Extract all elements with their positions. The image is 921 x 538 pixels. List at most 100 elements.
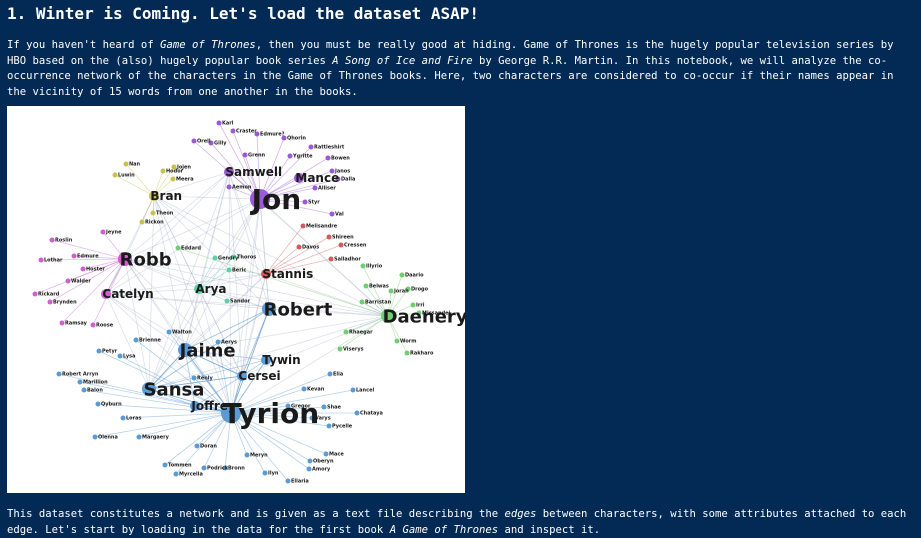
- graph-node: [49, 237, 55, 243]
- node-label: Luwin: [118, 173, 135, 179]
- graph-edge: [228, 171, 232, 414]
- graph-node: [329, 211, 335, 217]
- node-label: Missandei: [422, 311, 451, 317]
- graph-node: [363, 283, 369, 289]
- graph-edge: [164, 412, 232, 466]
- graph-node: [262, 470, 268, 476]
- graph-node: [326, 234, 332, 240]
- graph-node: [308, 144, 314, 150]
- graph-node: [242, 152, 248, 158]
- graph-node: [328, 256, 334, 262]
- node-label: Davos: [302, 245, 319, 251]
- node-label: Oberyn: [313, 459, 334, 465]
- graph-node: [226, 267, 232, 273]
- graph-node: [226, 184, 232, 190]
- node-label: Gregor: [291, 404, 311, 410]
- node-label: Shireen: [332, 235, 354, 241]
- node-label: Samwell: [225, 165, 282, 179]
- graph-node: [166, 329, 172, 335]
- node-label: Kevan: [307, 387, 325, 393]
- graph-node: [296, 244, 302, 250]
- node-label: Barristan: [365, 300, 392, 306]
- graph-node: [81, 387, 87, 393]
- node-label: Salladhor: [334, 257, 361, 263]
- graph-node: [65, 278, 71, 284]
- node-label: Meryn: [250, 453, 268, 459]
- graph-node: [139, 219, 145, 225]
- node-label: Balon: [87, 388, 103, 394]
- node-label: Robert Arryn: [62, 372, 99, 378]
- graph-node: [80, 266, 86, 272]
- graph-node: [92, 434, 98, 440]
- graph-node: [173, 471, 179, 477]
- node-label: Arya: [195, 282, 226, 296]
- node-label: Rhaegar: [349, 330, 373, 336]
- graph-node: [325, 155, 331, 161]
- graph-node: [150, 210, 156, 216]
- graph-node: [388, 288, 394, 294]
- node-label: Gilly: [214, 141, 227, 147]
- graph-node: [191, 138, 197, 144]
- graph-node: [162, 462, 168, 468]
- node-label: Rattleshirt: [314, 145, 345, 151]
- graph-node: [306, 466, 312, 472]
- graph-node: [117, 353, 123, 359]
- node-label: Craster: [236, 129, 257, 135]
- node-label: Tyrion: [223, 397, 320, 430]
- node-label: Mance: [295, 171, 339, 185]
- node-label: Rickon: [145, 220, 164, 226]
- node-label: Dalla: [341, 177, 355, 183]
- node-label: Walton: [172, 330, 192, 336]
- node-label: Walder: [71, 279, 91, 285]
- node-label: Lysa: [123, 354, 135, 360]
- node-label: Lancel: [356, 388, 374, 394]
- node-label: Catelyn: [102, 287, 153, 301]
- node-label: Viserys: [343, 347, 364, 353]
- node-label: Daario: [405, 273, 424, 279]
- node-label: Eddard: [181, 246, 201, 252]
- node-label: Meera: [176, 177, 194, 183]
- node-label: Petyr: [102, 349, 118, 355]
- graph-node: [71, 253, 77, 259]
- node-label: Bronn: [228, 466, 245, 472]
- node-label: Melisandre: [306, 224, 338, 230]
- node-label: Thoros: [237, 255, 256, 261]
- graph-node: [394, 338, 400, 344]
- node-label: Pycelle: [332, 424, 353, 430]
- graph-node: [224, 298, 230, 304]
- node-label: Cersei: [238, 369, 280, 383]
- node-label: Robert: [264, 299, 333, 320]
- node-label: Belwas: [369, 284, 389, 290]
- graph-node: [230, 128, 236, 134]
- graph-edge: [94, 412, 232, 438]
- node-label: Margaery: [142, 435, 170, 441]
- node-label: Tommen: [168, 463, 192, 469]
- node-label: Amory: [312, 467, 331, 473]
- graph-node: [354, 410, 360, 416]
- graph-node: [201, 465, 207, 471]
- graph-node: [123, 161, 129, 167]
- node-label: Olenna: [98, 435, 118, 441]
- graph-node: [59, 320, 65, 326]
- graph-node: [404, 350, 410, 356]
- node-label: Podrick: [207, 466, 229, 472]
- page-title: 1. Winter is Coming. Let's load the data…: [7, 4, 480, 23]
- outro-paragraph: This dataset constitutes a network and i…: [7, 508, 907, 536]
- node-label: Sandor: [230, 299, 251, 305]
- node-label: Beric: [232, 268, 246, 274]
- graph-node: [170, 176, 176, 182]
- node-label: Ellaria: [291, 479, 309, 485]
- node-label: Rickard: [38, 292, 60, 298]
- graph-node: [321, 404, 327, 410]
- node-label: Tywin: [262, 353, 300, 367]
- node-label: Brienne: [139, 338, 162, 344]
- node-label: Alliser: [318, 186, 336, 192]
- node-label: Styr: [308, 200, 320, 206]
- node-label: Varys: [315, 416, 331, 422]
- node-label: Hoster: [86, 267, 105, 273]
- node-label: Lothar: [44, 258, 63, 264]
- node-label: Shae: [327, 405, 342, 411]
- graph-node: [120, 415, 126, 421]
- node-label: Jeyne: [105, 230, 122, 236]
- node-label: Stannis: [262, 267, 313, 281]
